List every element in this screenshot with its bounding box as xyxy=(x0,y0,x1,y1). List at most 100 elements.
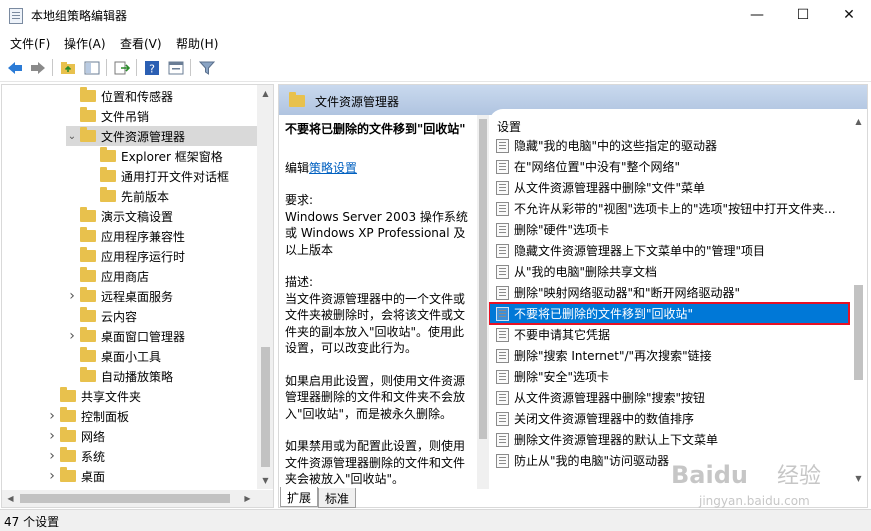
policy-setting-icon xyxy=(496,180,509,195)
view-tabs: 扩展 标准 xyxy=(280,487,480,508)
back-icon[interactable] xyxy=(4,57,25,78)
forward-icon[interactable] xyxy=(27,57,48,78)
scroll-down-arrow-icon[interactable]: ▼ xyxy=(257,472,273,489)
menu-view[interactable]: 查看(V) xyxy=(120,35,162,52)
settings-column-header[interactable]: 设置 xyxy=(497,118,521,135)
settings-scroll-down-arrow-icon[interactable]: ▼ xyxy=(850,470,867,487)
navigation-tree[interactable]: 位置和传感器文件吊销 ⌄ 文件资源管理器 Explorer 框架窗格通用打开文件对话框… xyxy=(1,84,274,508)
policy-setting-row[interactable]: 不要将已删除的文件移到"回收站" xyxy=(489,302,850,325)
edit-policy-link[interactable]: 策略设置 xyxy=(309,161,357,175)
expand-chevron-icon[interactable]: › xyxy=(46,408,58,424)
tree-item-label: 通用打开文件对话框 xyxy=(121,169,230,184)
tree-item[interactable]: 应用程序运行时 xyxy=(66,246,257,266)
export-list-icon[interactable] xyxy=(111,57,132,78)
tree-item[interactable]: 桌面小工具 xyxy=(66,346,257,366)
tree-item[interactable]: 演示文稿设置 xyxy=(66,206,257,226)
enabled-explanation: 如果启用此设置，则使用文件资源管理器删除的文件和文件夹不会放入"回收站"，而是被… xyxy=(285,373,466,421)
maximize-button[interactable]: ☐ xyxy=(780,0,826,31)
tree-item[interactable]: › 桌面窗口管理器 xyxy=(66,326,257,346)
policy-setting-label: 从文件资源管理器中删除"文件"菜单 xyxy=(514,181,706,195)
close-button[interactable]: ✕ xyxy=(826,0,871,31)
folder-icon xyxy=(80,307,96,322)
policy-setting-icon xyxy=(496,348,509,363)
tree-item-label: 网络 xyxy=(81,429,106,444)
tree-item[interactable]: 先前版本 xyxy=(86,186,257,206)
tree-hscroll-thumb[interactable] xyxy=(20,494,230,503)
show-hide-tree-icon[interactable] xyxy=(81,57,102,78)
policy-setting-icon xyxy=(496,222,509,237)
tree-item[interactable]: 云内容 xyxy=(66,306,257,326)
menu-file[interactable]: 文件(F) xyxy=(10,35,50,52)
tab-extended[interactable]: 扩展 xyxy=(280,487,319,507)
policy-setting-row[interactable]: 隐藏文件资源管理器上下文菜单中的"管理"项目 xyxy=(489,240,849,261)
tree-item[interactable]: › 网络 xyxy=(46,426,257,446)
policy-setting-row[interactable]: 隐藏"我的电脑"中的这些指定的驱动器 xyxy=(489,135,849,156)
scroll-right-arrow-icon[interactable]: ▶ xyxy=(239,490,256,507)
policy-setting-row[interactable]: 删除"映射网络驱动器"和"断开网络驱动器" xyxy=(489,282,849,303)
policy-setting-row[interactable]: 在"网络位置"中没有"整个网络" xyxy=(489,156,849,177)
tree-item[interactable]: Explorer 框架窗格 xyxy=(86,146,257,166)
policy-setting-row[interactable]: 删除"硬件"选项卡 xyxy=(489,219,849,240)
tree-vertical-scrollbar[interactable]: ▲ ▼ xyxy=(257,85,273,489)
tree-item[interactable]: 应用程序兼容性 xyxy=(66,226,257,246)
expand-chevron-icon[interactable]: › xyxy=(66,328,78,344)
policy-setting-icon xyxy=(496,243,509,258)
up-folder-icon[interactable] xyxy=(57,57,78,78)
minimize-button[interactable]: — xyxy=(734,0,780,31)
policy-setting-row[interactable]: 不要申请其它凭据 xyxy=(489,324,849,345)
tree-item-label: 位置和传感器 xyxy=(101,89,174,104)
policy-setting-row[interactable]: 防止从"我的电脑"访问驱动器 xyxy=(489,450,849,471)
edit-prefix: 编辑 xyxy=(285,160,310,175)
tree-item[interactable]: 位置和传感器 xyxy=(66,86,257,106)
settings-scroll-thumb[interactable] xyxy=(854,285,863,380)
tree-horizontal-scrollbar[interactable]: ◀ ▶ xyxy=(2,490,273,507)
description-scrollbar[interactable] xyxy=(477,115,489,489)
policy-setting-row[interactable]: 从文件资源管理器中删除"文件"菜单 xyxy=(489,177,849,198)
description-label: 描述: xyxy=(285,275,314,289)
details-header-title: 文件资源管理器 xyxy=(315,95,400,109)
settings-list[interactable]: 设置 隐藏"我的电脑"中的这些指定的驱动器 在"网络位置"中没有"整个网络" 从文件… xyxy=(489,109,867,489)
expand-chevron-icon[interactable]: › xyxy=(66,288,78,304)
policy-setting-row[interactable]: 删除"搜索 Internet"/"再次搜索"链接 xyxy=(489,345,849,366)
tree-item[interactable]: › 桌面 xyxy=(46,466,257,486)
tree-item[interactable]: › 远程桌面服务 xyxy=(66,286,257,306)
tree-item[interactable]: ⌄ 文件资源管理器 xyxy=(66,126,257,146)
tab-standard[interactable]: 标准 xyxy=(318,488,357,508)
tree-item[interactable]: 文件吊销 xyxy=(66,106,257,126)
filter-icon[interactable] xyxy=(196,57,217,78)
policy-setting-row[interactable]: 删除文件资源管理器的默认上下文菜单 xyxy=(489,429,849,450)
collapse-chevron-icon[interactable]: ⌄ xyxy=(66,131,78,142)
settings-vertical-scrollbar[interactable]: ▲ ▼ xyxy=(850,109,867,489)
requirements: 要求: Windows Server 2003 操作系统或 Windows XP … xyxy=(285,192,475,258)
policy-setting-icon xyxy=(496,453,509,468)
policy-setting-row[interactable]: 从文件资源管理器中删除"搜索"按钮 xyxy=(489,387,849,408)
scroll-left-arrow-icon[interactable]: ◀ xyxy=(2,490,19,507)
tree-item[interactable]: 自动播放策略 xyxy=(66,366,257,386)
expand-chevron-icon[interactable]: › xyxy=(46,468,58,484)
properties-icon[interactable] xyxy=(165,57,186,78)
scroll-up-arrow-icon[interactable]: ▲ xyxy=(257,85,273,102)
folder-icon xyxy=(60,467,76,482)
tree-item[interactable]: 通用打开文件对话框 xyxy=(86,166,257,186)
expand-chevron-icon[interactable]: › xyxy=(46,448,58,464)
tree-item[interactable]: › 系统 xyxy=(46,446,257,466)
tree-item[interactable]: › 控制面板 xyxy=(46,406,257,426)
description-text: 当文件资源管理器中的一个文件或文件夹被删除时，会将该文件或文件夹的副本放入"回收… xyxy=(285,291,466,356)
tree-item-label: 远程桌面服务 xyxy=(101,289,174,304)
policy-setting-row[interactable]: 不允许从彩带的"视图"选项卡上的"选项"按钮中打开文件夹... xyxy=(489,198,849,219)
folder-icon xyxy=(80,367,96,382)
policy-setting-row[interactable]: 删除"安全"选项卡 xyxy=(489,366,849,387)
settings-scroll-up-arrow-icon[interactable]: ▲ xyxy=(850,113,867,130)
tree-item[interactable]: 应用商店 xyxy=(66,266,257,286)
expand-chevron-icon[interactable]: › xyxy=(46,428,58,444)
policy-setting-row[interactable]: 从"我的电脑"删除共享文档 xyxy=(489,261,849,282)
policy-setting-icon xyxy=(496,264,509,279)
help-icon[interactable]: ? xyxy=(141,57,162,78)
menu-help[interactable]: 帮助(H) xyxy=(176,35,218,52)
description-scroll-thumb[interactable] xyxy=(479,119,487,439)
menu-action[interactable]: 操作(A) xyxy=(64,35,106,52)
tree-item[interactable]: 共享文件夹 xyxy=(46,386,257,406)
policy-setting-label: 不要申请其它凭据 xyxy=(514,328,611,342)
tree-scroll-thumb[interactable] xyxy=(261,347,270,467)
policy-setting-row[interactable]: 关闭文件资源管理器中的数值排序 xyxy=(489,408,849,429)
